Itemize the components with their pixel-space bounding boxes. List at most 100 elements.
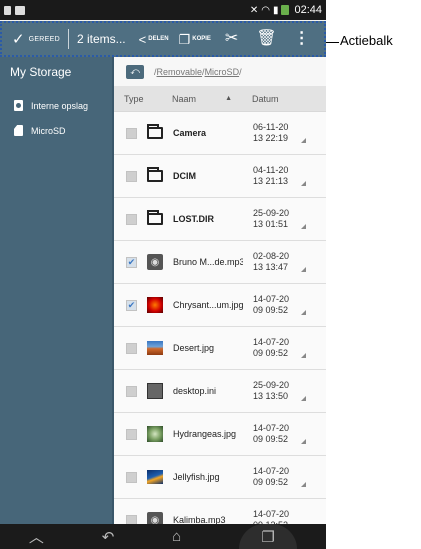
corner-icon — [301, 395, 306, 401]
sidebar-title: My Storage — [10, 65, 72, 79]
home-icon[interactable]: ⌂ — [172, 528, 181, 545]
file-date-time: 13 13:50 — [253, 391, 289, 401]
overflow-menu-icon[interactable]: ⋮ — [286, 31, 318, 47]
breadcrumb-removable[interactable]: Removable — [157, 67, 203, 77]
sidebar-item-label: Interne opslag — [31, 100, 89, 111]
image-thumbnail-icon — [147, 470, 163, 484]
row-checkbox[interactable] — [126, 471, 137, 483]
list-item[interactable]: ✔ ◉ Bruno M...de.mp3 02-08-20 13 13:47 — [114, 241, 326, 284]
file-date: 14-07-20 09 09:52 — [243, 466, 293, 488]
file-date-day: 25-09-20 — [253, 208, 290, 218]
up-folder-icon[interactable]: ⤺ — [126, 64, 144, 79]
trash-icon[interactable]: 🗑 — [247, 31, 285, 47]
music-file-icon: ◉ — [147, 254, 163, 270]
column-name-label: Naam — [172, 93, 197, 104]
sidebar-item-internal-storage[interactable]: Interne opslag — [0, 93, 114, 118]
file-date-time: 13 13:47 — [253, 262, 289, 272]
file-name: Hydrangeas.jpg — [173, 429, 237, 439]
corner-icon — [301, 352, 306, 358]
file-date-day: 04-11-20 — [253, 165, 289, 175]
file-date: 25-09-20 13 01:51 — [243, 208, 293, 230]
sidebar-item-microsd[interactable]: MicroSD — [0, 118, 114, 143]
row-checkbox-checked[interactable]: ✔ — [126, 299, 137, 311]
selection-count[interactable]: 2 items... — [69, 32, 134, 46]
list-item[interactable]: Desert.jpg 14-07-20 09 09:52 — [114, 327, 326, 370]
share-icon: < — [138, 31, 147, 47]
corner-icon — [301, 137, 306, 143]
sd-card-icon — [14, 125, 23, 136]
copy-button[interactable]: ❐ KOPIE — [174, 23, 216, 55]
file-date: 14-07-20 09 09:52 — [243, 423, 293, 445]
list-item[interactable]: Hydrangeas.jpg 14-07-20 09 09:52 — [114, 413, 326, 456]
share-label: DELEN — [148, 36, 169, 42]
document-notification-icon — [4, 5, 11, 15]
column-header: Type Naam ▲ Datum — [114, 86, 326, 112]
file-date-time: 09 09:52 — [253, 477, 289, 487]
list-item[interactable]: Jellyfish.jpg 14-07-20 09 09:52 — [114, 456, 326, 499]
file-list-panel: ⤺ / Removable / MicroSD / Type Naam ▲ Da… — [114, 57, 326, 542]
breadcrumb-suffix: / — [239, 66, 242, 77]
folder-icon — [147, 167, 163, 182]
list-item[interactable]: DCIM 04-11-20 13 21:13 — [114, 155, 326, 198]
breadcrumb-microsd[interactable]: MicroSD — [205, 67, 240, 77]
file-date-day: 25-09-20 — [253, 380, 290, 390]
file-date-time: 09 09:52 — [253, 348, 289, 358]
file-date: 04-11-20 13 21:13 — [243, 165, 293, 187]
list-item[interactable]: ✔ Chrysant...um.jpg 14-07-20 09 09:52 — [114, 284, 326, 327]
sort-ascending-icon: ▲ — [225, 95, 232, 102]
file-name: desktop.ini — [173, 386, 217, 396]
action-bar: ✓ GEREED 2 items... < DELEN ❐ KOPIE ✂ 🗑 … — [0, 21, 326, 57]
image-thumbnail-icon — [147, 341, 163, 355]
image-thumbnail-icon — [147, 426, 163, 442]
folder-icon — [147, 124, 163, 139]
file-date-day: 06-11-20 — [253, 122, 289, 132]
row-checkbox-checked[interactable]: ✔ — [126, 256, 137, 268]
file-date-day: 14-07-20 — [253, 466, 290, 476]
corner-icon — [301, 481, 306, 487]
column-type[interactable]: Type — [114, 94, 158, 104]
image-notification-icon — [15, 5, 25, 15]
file-date: 02-08-20 13 13:47 — [243, 251, 293, 273]
image-thumbnail-icon — [147, 297, 163, 313]
done-button[interactable]: ✓ GEREED — [2, 23, 68, 55]
phone-screen: ✕ ◠ ▮ 02:44 ✓ GEREED 2 items... < DELEN … — [0, 0, 326, 549]
file-date-day: 02-08-20 — [253, 251, 290, 261]
row-checkbox[interactable] — [126, 170, 137, 182]
file-date-time: 13 01:51 — [253, 219, 289, 229]
row-checkbox[interactable] — [126, 385, 137, 397]
recent-apps-up-icon[interactable]: ︿ — [29, 526, 44, 547]
status-bar: ✕ ◠ ▮ 02:44 — [0, 0, 326, 20]
column-name[interactable]: Naam ▲ — [158, 94, 240, 104]
row-checkbox[interactable] — [126, 342, 137, 354]
file-date: 14-07-20 09 09:52 — [243, 337, 293, 359]
list-item[interactable]: LOST.DIR 25-09-20 13 01:51 — [114, 198, 326, 241]
callout-line — [326, 42, 339, 43]
file-date-time: 13 22:19 — [253, 133, 289, 143]
internal-storage-icon — [14, 100, 23, 111]
corner-icon — [301, 223, 306, 229]
row-checkbox[interactable] — [126, 127, 137, 139]
mute-icon: ✕ — [249, 4, 259, 16]
file-date-day: 14-07-20 — [253, 423, 290, 433]
file-name: Chrysant...um.jpg — [173, 300, 243, 310]
scissors-icon[interactable]: ✂ — [216, 31, 247, 47]
share-button[interactable]: < DELEN — [134, 23, 174, 55]
back-icon[interactable]: ↶ — [102, 528, 115, 546]
navigation-bar: ︿ ↶ ⌂ ❐ — [0, 524, 326, 549]
clock: 02:44 — [294, 4, 322, 16]
row-checkbox[interactable] — [126, 213, 137, 225]
breadcrumb: ⤺ / Removable / MicroSD / — [114, 57, 326, 86]
recent-apps-icon[interactable]: ❐ — [239, 524, 298, 549]
list-item[interactable]: desktop.ini 25-09-20 13 13:50 — [114, 370, 326, 413]
wifi-icon: ◠ — [261, 4, 270, 16]
check-icon: ✓ — [12, 30, 25, 48]
column-date[interactable]: Datum — [240, 94, 279, 104]
folder-icon — [147, 210, 163, 225]
file-name: Bruno M...de.mp3 — [173, 257, 243, 267]
sidebar-item-label: MicroSD — [31, 125, 66, 136]
corner-icon — [301, 180, 306, 186]
sidebar: My Storage Interne opslag MicroSD — [0, 57, 114, 524]
row-checkbox[interactable] — [126, 428, 137, 440]
list-item[interactable]: Camera 06-11-20 13 22:19 — [114, 112, 326, 155]
corner-icon — [301, 266, 306, 272]
